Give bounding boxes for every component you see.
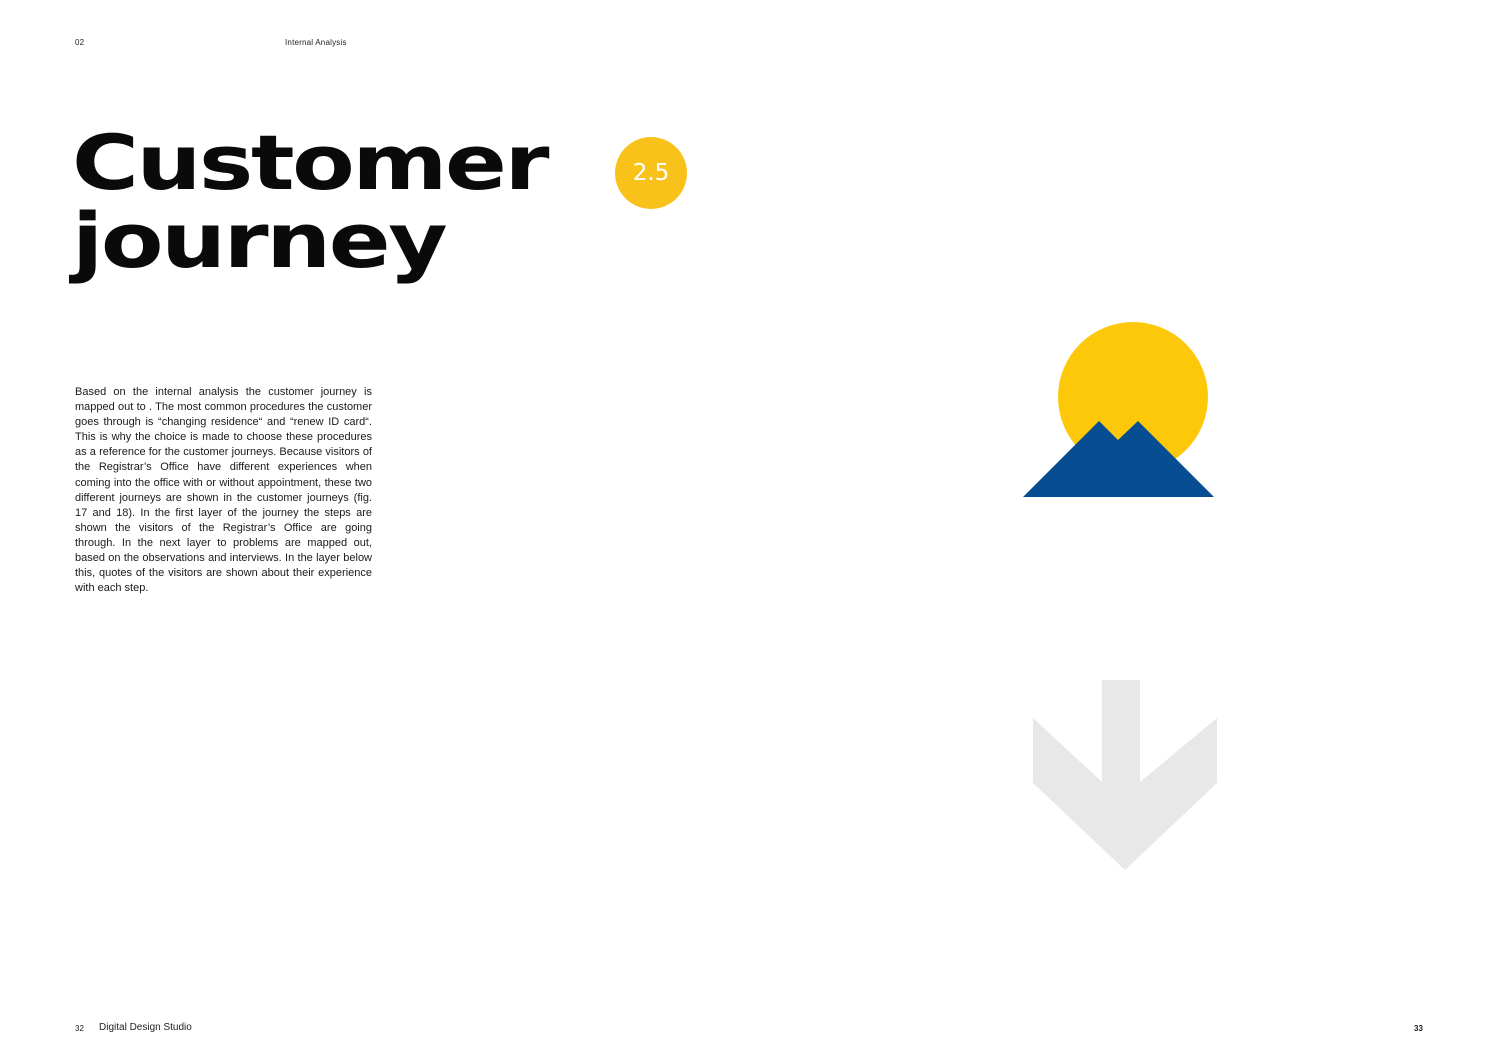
section-title: Internal Analysis: [285, 38, 347, 47]
body-paragraph: Based on the internal analysis the custo…: [75, 386, 372, 595]
studio-name: Digital Design Studio: [99, 1022, 192, 1033]
section-number-badge: 2.5: [615, 137, 687, 209]
arrow-down-icon: [1033, 680, 1217, 870]
chapter-number: 02: [75, 38, 85, 47]
right-page-number: 33: [1414, 1024, 1423, 1033]
page-title-line-2: journey: [72, 196, 448, 285]
left-page-number: 32: [75, 1024, 84, 1033]
page-title-line-1: Customer: [72, 118, 549, 207]
sun-over-mountains-icon: [1023, 322, 1214, 497]
